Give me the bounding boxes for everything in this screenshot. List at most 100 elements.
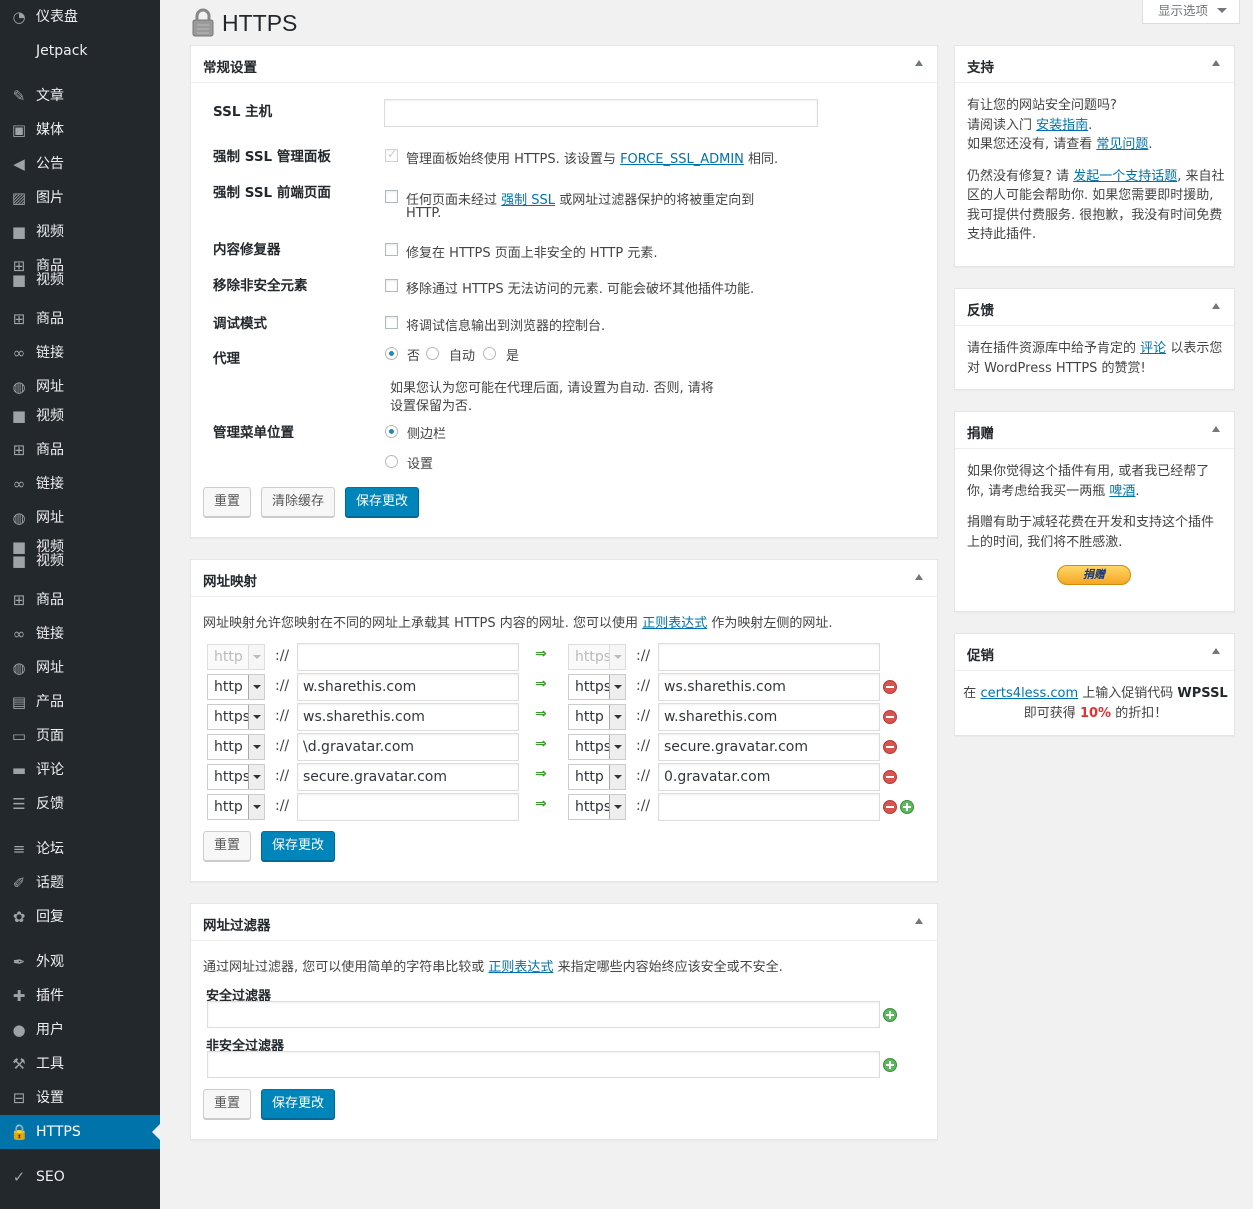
sidebar-item[interactable]: ✓ SEO xyxy=(0,1160,160,1194)
collapse-toggle-icon[interactable] xyxy=(915,60,923,66)
force-front-checkbox[interactable] xyxy=(385,190,398,203)
sidebar-item[interactable]: ∞ 链接 xyxy=(0,617,160,651)
remove-unsecure-checkbox[interactable] xyxy=(385,279,398,292)
paypal-donate-button[interactable]: 捐赠 xyxy=(1057,565,1131,585)
remove-row-icon[interactable] xyxy=(883,800,897,814)
sidebar-item[interactable]: ⊟ 设置 xyxy=(0,1081,160,1115)
left-protocol-select[interactable]: http xyxy=(207,674,265,700)
sidebar-item[interactable]: ◔ 仪表盘 xyxy=(0,0,160,34)
collapse-toggle-icon[interactable] xyxy=(1212,426,1220,432)
clear-cache-button[interactable]: 清除缓存 xyxy=(261,487,335,517)
sidebar-item[interactable]: ≡ 论坛 xyxy=(0,832,160,866)
right-protocol-select[interactable]: https xyxy=(568,734,626,760)
force-ssl-link[interactable]: 强制 SSL xyxy=(501,193,555,208)
sidebar-item[interactable]: ∞ 链接 xyxy=(0,467,160,501)
left-host-input[interactable]: w.sharethis.com xyxy=(297,673,519,701)
sidebar-item[interactable]: ⚒ 工具 xyxy=(0,1047,160,1081)
regex-link[interactable]: 正则表达式 xyxy=(488,960,553,975)
remove-row-icon[interactable] xyxy=(883,710,897,724)
sidebar-item[interactable]: ◍ 网址 xyxy=(0,651,160,685)
left-protocol-select[interactable]: https xyxy=(207,764,265,790)
proxy-auto-radio[interactable] xyxy=(426,347,439,360)
sidebar-item[interactable]: ▬ 评论 xyxy=(0,753,160,787)
screen-options-button[interactable]: 显示选项 xyxy=(1142,0,1240,24)
debug-checkbox[interactable] xyxy=(385,316,398,329)
sidebar-item[interactable]: ■ 视频 ■ 视频 xyxy=(0,530,160,570)
sidebar-item[interactable]: ⊞ 商品 xyxy=(0,302,160,336)
sidebar-item[interactable]: 🔒 HTTPS xyxy=(0,1115,160,1149)
left-host-input[interactable] xyxy=(297,643,519,671)
ssl-host-input[interactable] xyxy=(384,99,818,127)
add-unsecure-filter-icon[interactable] xyxy=(883,1058,897,1072)
collapse-toggle-icon[interactable] xyxy=(1212,60,1220,66)
regex-link[interactable]: 正则表达式 xyxy=(642,616,707,631)
add-secure-filter-icon[interactable] xyxy=(883,1008,897,1022)
sidebar-item[interactable]: ✚ 插件 xyxy=(0,979,160,1013)
sidebar-item[interactable]: ✿ 回复 xyxy=(0,900,160,934)
sidebar-item[interactable]: ■ 视频 xyxy=(0,399,160,433)
sidebar-item[interactable]: ⊞ 商品 xyxy=(0,583,160,617)
left-protocol-select[interactable]: http xyxy=(207,644,265,670)
menu-settings-radio[interactable] xyxy=(385,455,398,468)
right-protocol-select[interactable]: http xyxy=(568,764,626,790)
filters-reset-button[interactable]: 重置 xyxy=(203,1089,251,1119)
left-host-input[interactable]: \d.gravatar.com xyxy=(297,733,519,761)
reset-button[interactable]: 重置 xyxy=(203,487,251,517)
mapping-reset-button[interactable]: 重置 xyxy=(203,831,251,861)
certs4less-link[interactable]: certs4less.com xyxy=(980,686,1078,701)
collapse-toggle-icon[interactable] xyxy=(915,574,923,580)
content-fixer-checkbox[interactable] xyxy=(385,243,398,256)
sidebar-item[interactable]: ▨ 图片 xyxy=(0,181,160,215)
sidebar-item[interactable]: ■ 视频 xyxy=(0,215,160,249)
add-row-icon[interactable] xyxy=(900,800,914,814)
right-host-input[interactable] xyxy=(658,793,880,821)
sidebar-item[interactable]: ● 用户 xyxy=(0,1013,160,1047)
right-host-input[interactable]: ws.sharethis.com xyxy=(658,673,880,701)
left-host-input[interactable] xyxy=(297,793,519,821)
proxy-yes-radio[interactable] xyxy=(483,347,496,360)
collapse-toggle-icon[interactable] xyxy=(915,918,923,924)
sidebar-item[interactable]: ✒ 外观 xyxy=(0,945,160,979)
right-protocol-select[interactable]: http xyxy=(568,704,626,730)
sidebar-item[interactable]: ✐ 话题 xyxy=(0,866,160,900)
support-topic-link[interactable]: 发起一个支持话题 xyxy=(1073,169,1177,184)
faq-link[interactable]: 常见问题 xyxy=(1096,137,1148,152)
filters-save-button[interactable]: 保存更改 xyxy=(261,1089,335,1119)
left-protocol-select[interactable]: https xyxy=(207,704,265,730)
remove-row-icon[interactable] xyxy=(883,740,897,754)
proxy-no-radio[interactable] xyxy=(385,347,398,360)
sidebar-item[interactable]: Jetpack xyxy=(0,34,160,68)
save-changes-button[interactable]: 保存更改 xyxy=(345,487,419,517)
left-protocol-select[interactable]: http xyxy=(207,794,265,820)
secure-filter-input[interactable] xyxy=(207,1001,880,1028)
sidebar-item[interactable]: ▣ 媒体 xyxy=(0,113,160,147)
sidebar-item[interactable]: ◀ 公告 xyxy=(0,147,160,181)
remove-row-icon[interactable] xyxy=(883,680,897,694)
collapse-toggle-icon[interactable] xyxy=(1212,303,1220,309)
sidebar-item[interactable]: ✎ 文章 xyxy=(0,79,160,113)
sidebar-item[interactable]: ∞ 链接 xyxy=(0,336,160,370)
right-host-input[interactable]: 0.gravatar.com xyxy=(658,763,880,791)
menu-sidebar-radio[interactable] xyxy=(385,425,398,438)
right-host-input[interactable]: w.sharethis.com xyxy=(658,703,880,731)
left-host-input[interactable]: secure.gravatar.com xyxy=(297,763,519,791)
sidebar-item[interactable]: ⊞ 商品 ■ 视频 xyxy=(0,249,160,289)
beer-link[interactable]: 啤酒 xyxy=(1109,484,1135,499)
force-ssl-admin-link[interactable]: FORCE_SSL_ADMIN xyxy=(620,152,744,167)
left-protocol-select[interactable]: http xyxy=(207,734,265,760)
left-host-input[interactable]: ws.sharethis.com xyxy=(297,703,519,731)
force-admin-checkbox[interactable] xyxy=(385,147,398,162)
right-protocol-select[interactable]: https xyxy=(568,794,626,820)
right-protocol-select[interactable]: https xyxy=(568,644,626,670)
sidebar-item[interactable]: ⊞ 商品 xyxy=(0,433,160,467)
installation-guide-link[interactable]: 安装指南 xyxy=(1036,118,1088,133)
sidebar-item[interactable]: ▤ 产品 xyxy=(0,685,160,719)
right-host-input[interactable]: secure.gravatar.com xyxy=(658,733,880,761)
collapse-toggle-icon[interactable] xyxy=(1212,648,1220,654)
review-link[interactable]: 评论 xyxy=(1140,341,1166,356)
unsecure-filter-input[interactable] xyxy=(207,1051,880,1078)
sidebar-item[interactable]: ☰ 反馈 xyxy=(0,787,160,821)
sidebar-item[interactable]: ▭ 页面 xyxy=(0,719,160,753)
mapping-save-button[interactable]: 保存更改 xyxy=(261,831,335,861)
right-host-input[interactable] xyxy=(658,643,880,671)
